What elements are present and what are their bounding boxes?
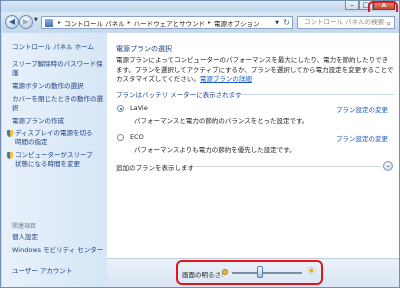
breadcrumb-separator[interactable]: ▸ xyxy=(208,19,211,26)
sidebar-item-control-panel-home[interactable]: コントロール パネル ホーム xyxy=(12,43,104,52)
sidebar-item-lid-close[interactable]: カバーを閉じたときの動作の選択 xyxy=(12,95,104,113)
additional-plans-divider xyxy=(195,166,381,167)
plan-lavie-settings-link[interactable]: プラン設定の変更 xyxy=(336,104,388,114)
breadcrumb-control-panel[interactable]: コントロール パネル xyxy=(64,18,125,28)
sidebar-item-create-plan[interactable]: 電源プランの作成 xyxy=(12,117,104,126)
brightness-highlight xyxy=(176,260,323,285)
forward-button[interactable]: ▶ xyxy=(19,15,33,29)
plan-eco-radio[interactable] xyxy=(117,134,124,141)
breadcrumb-separator[interactable]: ▸ xyxy=(128,19,131,26)
group-divider xyxy=(227,94,394,95)
shield-icon xyxy=(7,130,13,137)
breadcrumb-separator[interactable]: ▸ xyxy=(58,19,61,26)
minimize-button[interactable]: – xyxy=(345,1,359,10)
expand-icon[interactable]: ⌄ xyxy=(383,161,393,171)
title-bar[interactable]: – □ X xyxy=(1,1,399,11)
search-placeholder: コントロール パネルの検索 xyxy=(304,18,385,26)
page-title: 電源プランの選択 xyxy=(116,45,172,53)
task-sidebar: コントロール パネル ホーム スリープ解除時のパスワード保護 電源ボタンの動作の… xyxy=(2,33,107,287)
related-header: 関連項目 xyxy=(12,223,37,230)
back-button[interactable]: ◀ xyxy=(5,15,19,29)
address-dropdown[interactable]: ▼ xyxy=(275,20,279,26)
related-item-user-accounts[interactable]: ユーザー アカウント xyxy=(12,267,104,276)
refresh-icon[interactable]: ↻ xyxy=(283,18,290,27)
plan-eco-name[interactable]: ECO xyxy=(130,133,144,141)
plan-eco-description: パフォーマンスよりも電力の節約を優先した設定です。 xyxy=(134,146,296,154)
search-input[interactable]: コントロール パネルの検索 ⌕ xyxy=(297,16,395,29)
sidebar-item-label: ディスプレイの電源を切る時間の指定 xyxy=(15,129,93,146)
main-content: 電源プランの選択 電源プランによってコンピューターのパフォーマンスを最大にしたり… xyxy=(107,33,399,287)
sidebar-item-wake-password[interactable]: スリープ解除時のパスワード保護 xyxy=(12,60,104,78)
related-item-personalize[interactable]: 個人設定 xyxy=(12,233,104,242)
page-description: 電源プランによってコンピューターのパフォーマンスを最大にしたり、電力を節約したり… xyxy=(116,56,394,85)
control-panel-window: – □ X ◀ ▶ ▼ ▸ コントロール パネル ▸ ハードウェアとサウンド ▸… xyxy=(0,0,400,288)
sidebar-item-sleep-time[interactable]: コンピューターがスリープ状態になる時間を変更 xyxy=(7,151,99,169)
description-text: 電源プランによってコンピューターのパフォーマンスを最大にしたり、電力を節約したり… xyxy=(116,56,394,83)
related-item-mobility-center[interactable]: Windows モビリティ センター xyxy=(12,246,104,255)
address-toolbar: ◀ ▶ ▼ ▸ コントロール パネル ▸ ハードウェアとサウンド ▸ 電源オプシ… xyxy=(1,12,399,32)
breadcrumb-power-options[interactable]: 電源オプション xyxy=(214,18,260,28)
sidebar-item-label: コンピューターがスリープ状態になる時間を変更 xyxy=(15,151,93,168)
shield-icon xyxy=(7,152,13,159)
plan-lavie-description: パフォーマンスと電力の節約のバランスをとった設定です。 xyxy=(134,117,309,125)
sidebar-item-power-button[interactable]: 電源ボタンの動作の選択 xyxy=(12,82,104,91)
address-bar[interactable]: ▸ コントロール パネル ▸ ハードウェアとサウンド ▸ 電源オプション ▼ ↻ xyxy=(41,16,293,29)
show-additional-plans[interactable]: 追加のプランを表示します xyxy=(116,162,194,172)
power-plans-help-link[interactable]: 電源プランの詳細 xyxy=(200,75,252,83)
control-panel-icon xyxy=(45,18,53,27)
plan-lavie-name[interactable]: LaVie xyxy=(130,104,148,112)
breadcrumb-hardware-sound[interactable]: ハードウェアとサウンド xyxy=(134,18,205,28)
recent-pages-dropdown[interactable]: ▼ xyxy=(34,17,38,23)
plan-eco-settings-link[interactable]: プラン設定の変更 xyxy=(336,133,388,143)
search-icon[interactable]: ⌕ xyxy=(387,18,391,28)
plan-lavie-radio[interactable] xyxy=(117,105,124,112)
sidebar-item-display-off[interactable]: ディスプレイの電源を切る時間の指定 xyxy=(7,129,99,147)
